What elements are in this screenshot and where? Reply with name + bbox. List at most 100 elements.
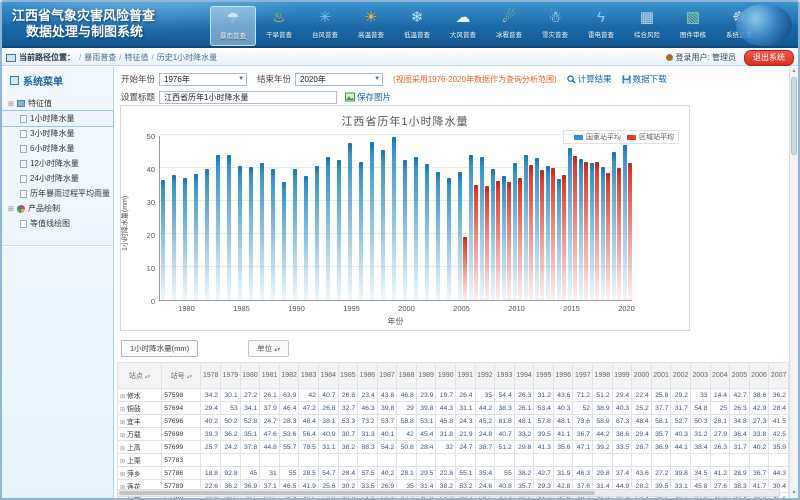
station-name-cell[interactable]: ⊞萍乡 bbox=[118, 467, 162, 480]
station-name-cell[interactable]: ⊞上栗 bbox=[118, 454, 162, 467]
column-header-year-1999[interactable]: 1999 bbox=[612, 363, 632, 389]
bar-regional-2010[interactable] bbox=[518, 178, 522, 300]
bar-regional-2018[interactable] bbox=[606, 173, 610, 300]
download-button[interactable]: 数据下载 bbox=[622, 73, 667, 85]
bar-national-1996[interactable] bbox=[359, 162, 363, 300]
row-expand-icon[interactable]: ⊞ bbox=[120, 420, 125, 426]
station-name-cell[interactable]: ⊞上高 bbox=[118, 441, 162, 454]
column-header-year-1996[interactable]: 1996 bbox=[553, 363, 573, 389]
bar-national-1998[interactable] bbox=[381, 150, 385, 300]
bar-national-2016[interactable] bbox=[579, 159, 583, 300]
bar-national-2014[interactable] bbox=[557, 179, 561, 300]
end-year-select[interactable]: 2020年▼ bbox=[295, 73, 383, 86]
column-header-year-1997[interactable]: 1997 bbox=[573, 363, 593, 389]
bar-national-2011[interactable] bbox=[524, 155, 528, 300]
bar-national-1986[interactable] bbox=[249, 167, 253, 300]
row-expand-icon[interactable]: ⊞ bbox=[120, 472, 125, 478]
bar-regional-2006[interactable] bbox=[474, 185, 478, 301]
bar-regional-2020[interactable] bbox=[628, 163, 632, 300]
tree-leaf-等值线绘图[interactable]: 等值线绘图 bbox=[2, 216, 113, 231]
toolbar-item-雷电普查[interactable]: ϟ雷电普查 bbox=[578, 6, 624, 46]
logout-button[interactable]: 退出系统 bbox=[744, 50, 794, 66]
bar-national-2015[interactable] bbox=[568, 148, 572, 300]
column-header-year-2001[interactable]: 2001 bbox=[651, 363, 671, 389]
bar-national-1984[interactable] bbox=[227, 155, 231, 300]
bar-national-2007[interactable] bbox=[480, 157, 484, 300]
toolbar-item-台风普查[interactable]: ✳台风普查 bbox=[302, 6, 348, 46]
bar-national-2010[interactable] bbox=[513, 163, 517, 300]
column-header-year-1980[interactable]: 1980 bbox=[240, 363, 260, 389]
bar-national-2002[interactable] bbox=[425, 164, 429, 300]
station-name-cell[interactable]: ⊞宜丰 bbox=[118, 415, 162, 428]
toolbar-item-综合风险[interactable]: ▦综合风险 bbox=[624, 6, 670, 46]
station-name-cell[interactable]: ⊞修水 bbox=[118, 389, 162, 402]
breadcrumb-segment[interactable]: 特征值 bbox=[124, 53, 148, 62]
column-header-year-1992[interactable]: 1992 bbox=[475, 363, 495, 389]
bar-national-1992[interactable] bbox=[315, 166, 319, 300]
bar-national-1987[interactable] bbox=[260, 163, 264, 300]
bar-national-1983[interactable] bbox=[216, 155, 220, 300]
column-header-year-2003[interactable]: 2003 bbox=[690, 363, 710, 389]
bar-regional-2012[interactable] bbox=[540, 170, 544, 300]
bar-national-1979[interactable] bbox=[172, 175, 176, 300]
column-header-year-1983[interactable]: 1983 bbox=[299, 363, 319, 389]
horizontal-scrollbar[interactable] bbox=[117, 489, 780, 497]
column-header-id[interactable]: 站号▴▾ bbox=[162, 363, 201, 389]
bar-national-1991[interactable] bbox=[304, 176, 308, 300]
bar-regional-2017[interactable] bbox=[595, 162, 599, 300]
column-header-year-1995[interactable]: 1995 bbox=[534, 363, 554, 389]
unit-filter-dropdown[interactable]: 单位 ▴▾ bbox=[248, 340, 289, 357]
bar-regional-2013[interactable] bbox=[551, 168, 555, 300]
bar-national-1982[interactable] bbox=[205, 169, 209, 300]
vertical-scrollbar-thumb[interactable] bbox=[791, 77, 797, 155]
row-expand-icon[interactable]: ⊞ bbox=[120, 394, 125, 400]
tree-leaf-24小时降水量[interactable]: 24小时降水量 bbox=[2, 171, 113, 186]
column-header-year-1984[interactable]: 1984 bbox=[318, 363, 338, 389]
column-header-year-1994[interactable]: 1994 bbox=[514, 363, 534, 389]
bar-national-1997[interactable] bbox=[370, 142, 374, 300]
bar-national-2008[interactable] bbox=[491, 169, 495, 300]
toolbar-item-暴雨普查[interactable]: ☂暴雨普查 bbox=[210, 6, 256, 46]
bar-national-2018[interactable] bbox=[601, 167, 605, 300]
column-header-year-1993[interactable]: 1993 bbox=[495, 363, 515, 389]
bar-national-2012[interactable] bbox=[535, 158, 539, 300]
row-expand-icon[interactable]: ⊞ bbox=[120, 446, 125, 452]
scroll-up-icon[interactable]: ▲ bbox=[790, 67, 798, 76]
bar-regional-2011[interactable] bbox=[529, 165, 533, 300]
column-header-year-1991[interactable]: 1991 bbox=[456, 363, 476, 389]
column-header-year-2000[interactable]: 2000 bbox=[632, 363, 652, 389]
horizontal-scrollbar-thumb[interactable] bbox=[119, 491, 595, 495]
column-header-year-2006[interactable]: 2006 bbox=[749, 363, 769, 389]
bar-regional-2005[interactable] bbox=[463, 237, 467, 300]
column-header-year-1989[interactable]: 1989 bbox=[416, 363, 436, 389]
calculate-button[interactable]: 计算结果 bbox=[567, 73, 612, 85]
station-name-cell[interactable]: ⊞铜鼓 bbox=[118, 402, 162, 415]
column-header-year-1985[interactable]: 1985 bbox=[338, 363, 358, 389]
row-expand-icon[interactable]: ⊞ bbox=[120, 459, 125, 465]
column-header-year-1986[interactable]: 1986 bbox=[358, 363, 378, 389]
bar-national-2006[interactable] bbox=[469, 155, 473, 300]
toolbar-item-高温普查[interactable]: ☀高温普查 bbox=[348, 6, 394, 46]
bar-national-1985[interactable] bbox=[238, 166, 242, 300]
bar-regional-2019[interactable] bbox=[617, 168, 621, 300]
save-image-button[interactable]: 保存图片 bbox=[345, 91, 391, 103]
column-header-year-1981[interactable]: 1981 bbox=[260, 363, 280, 389]
bar-regional-2016[interactable] bbox=[584, 162, 588, 300]
column-header-year-1998[interactable]: 1998 bbox=[593, 363, 613, 389]
bar-national-2019[interactable] bbox=[612, 152, 616, 300]
start-year-select[interactable]: 1976年▼ bbox=[159, 73, 247, 86]
station-name-cell[interactable]: ⊞万载 bbox=[118, 428, 162, 441]
bar-national-2001[interactable] bbox=[414, 157, 418, 300]
column-header-year-2007[interactable]: 2007 bbox=[769, 363, 789, 389]
toolbar-item-低温普查[interactable]: ❄低温普查 bbox=[394, 6, 440, 46]
column-header-year-1987[interactable]: 1987 bbox=[377, 363, 397, 389]
breadcrumb-segment[interactable]: 暴雨普查 bbox=[84, 53, 116, 62]
bar-national-2013[interactable] bbox=[546, 166, 550, 300]
bar-national-1995[interactable] bbox=[348, 143, 352, 300]
bar-regional-2015[interactable] bbox=[573, 156, 577, 300]
bar-regional-2007[interactable] bbox=[485, 186, 489, 301]
toolbar-item-冰雹普查[interactable]: ☄冰雹普查 bbox=[486, 6, 532, 46]
row-expand-icon[interactable]: ⊞ bbox=[120, 407, 125, 413]
tree-leaf-1小时降水量[interactable]: 1小时降水量 bbox=[2, 111, 113, 126]
tree-leaf-3小时降水量[interactable]: 3小时降水量 bbox=[2, 126, 113, 141]
